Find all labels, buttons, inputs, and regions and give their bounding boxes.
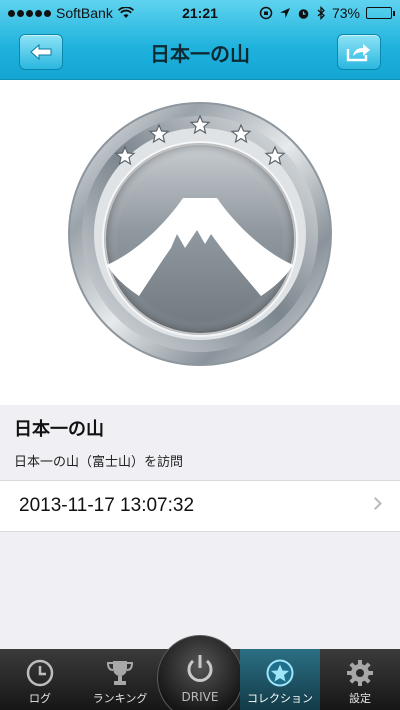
trophy-icon <box>106 661 134 685</box>
back-arrow-icon <box>30 44 52 60</box>
tab-label: ランキング <box>92 692 148 705</box>
mount-fuji-medal-icon <box>68 102 332 366</box>
badge-description: 日本一の山（富士山）を訪問 <box>14 455 184 470</box>
alarm-clock-icon <box>298 8 309 19</box>
back-button[interactable] <box>19 34 63 70</box>
badge-info: 日本一の山 日本一の山（富士山）を訪問 <box>0 405 400 480</box>
tab-collection[interactable]: コレクション <box>240 649 320 710</box>
badge-title: 日本一の山 <box>14 419 104 440</box>
header: SoftBank 21:21 73% 日本一の山 <box>0 0 400 80</box>
battery-icon <box>366 7 395 19</box>
star-circle-icon <box>266 659 294 687</box>
tab-label: コレクション <box>247 692 313 705</box>
location-arrow-icon <box>279 8 290 18</box>
battery-percent: 73% <box>331 5 360 21</box>
tab-bar: ログ ランキング DRIVE コレクション 設定 <box>0 635 400 710</box>
chevron-right-icon <box>369 497 382 510</box>
tab-label: ログ <box>29 692 51 705</box>
tab-log[interactable]: ログ <box>0 649 80 710</box>
gear-icon <box>347 660 373 686</box>
bluetooth-icon <box>317 6 325 20</box>
visit-datetime: 2013-11-17 13:07:32 <box>19 495 195 516</box>
clock-icon <box>26 659 54 687</box>
tab-settings[interactable]: 設定 <box>320 649 400 710</box>
tab-label: 設定 <box>349 692 371 705</box>
visit-date-row[interactable]: 2013-11-17 13:07:32 <box>0 480 400 532</box>
tab-ranking[interactable]: ランキング <box>80 649 160 710</box>
page-title: 日本一の山 <box>150 42 250 66</box>
share-button[interactable] <box>337 34 381 70</box>
tab-drive[interactable]: DRIVE <box>157 635 243 710</box>
drive-button[interactable]: DRIVE <box>157 635 243 710</box>
share-icon <box>346 44 370 62</box>
orientation-lock-icon <box>259 6 273 20</box>
medal-area <box>0 80 400 405</box>
tab-label: DRIVE <box>181 690 219 704</box>
status-bar: SoftBank 21:21 73% <box>0 0 400 26</box>
power-icon <box>187 655 213 682</box>
